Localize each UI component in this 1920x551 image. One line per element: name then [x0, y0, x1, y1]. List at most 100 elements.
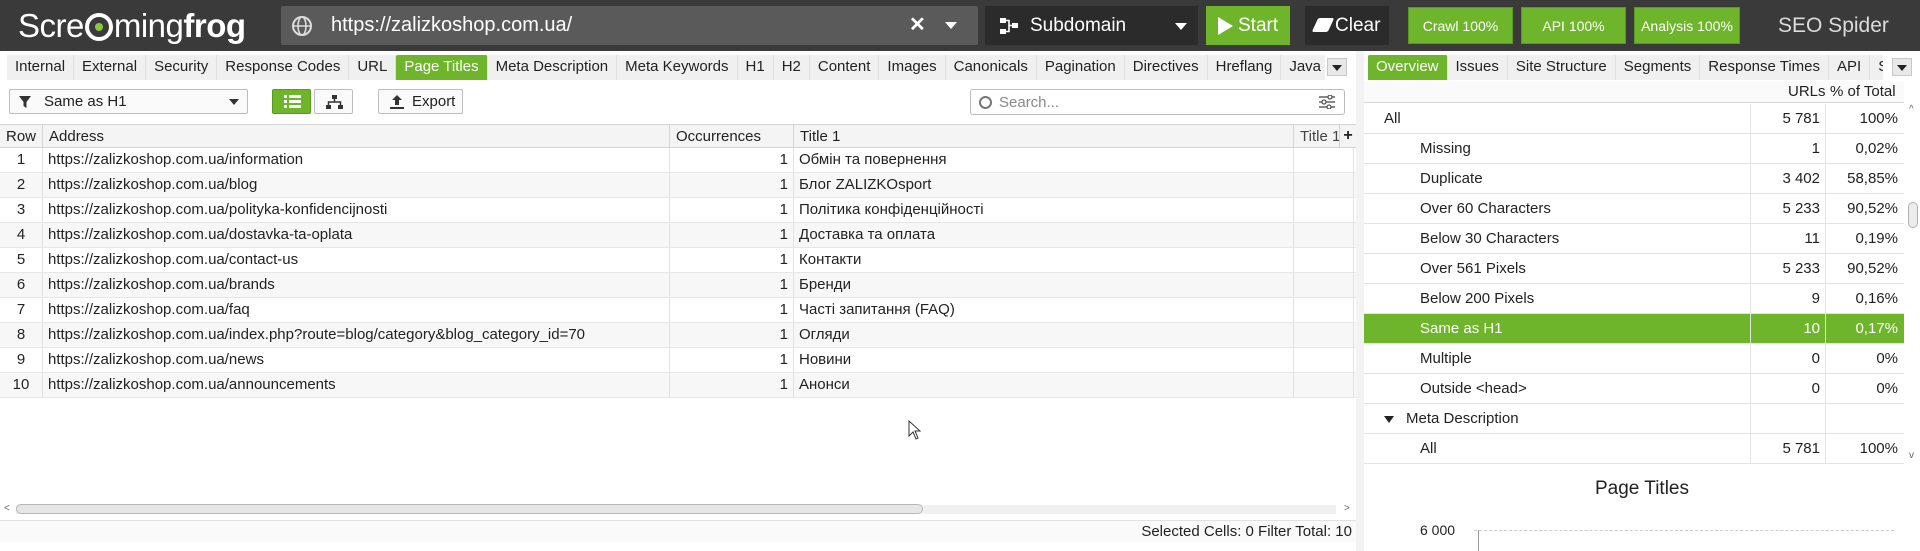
tab-canonicals[interactable]: Canonicals	[945, 55, 1037, 80]
scroll-left-icon[interactable]: <	[4, 503, 10, 515]
overview-section-row[interactable]: Meta Description	[1364, 404, 1904, 434]
title-cell[interactable]: Часті запитання (FAQ)	[794, 298, 1294, 322]
tab-hreflang[interactable]: Hreflang	[1207, 55, 1282, 80]
occurrences-cell[interactable]: 1	[670, 223, 794, 247]
title-cell[interactable]: Новини	[794, 348, 1294, 372]
crawl-progress-badge[interactable]: Crawl 100%	[1408, 7, 1513, 44]
search-options-icon[interactable]	[1319, 95, 1335, 109]
overview-vertical-scrollbar[interactable]: ^ v	[1906, 104, 1920, 464]
clear-url-icon[interactable]: ✕	[909, 6, 926, 45]
list-view-button[interactable]	[272, 89, 311, 114]
row-number-cell[interactable]: 3	[0, 198, 43, 222]
side-tab-s[interactable]: S	[1870, 55, 1883, 80]
start-button[interactable]: Start	[1206, 6, 1290, 45]
export-button[interactable]: Export	[378, 89, 463, 114]
title-length-cell[interactable]	[1294, 223, 1354, 247]
scroll-up-icon[interactable]: ^	[1909, 104, 1914, 116]
address-cell[interactable]: https://zalizkoshop.com.ua/dostavka-ta-o…	[43, 223, 670, 247]
panel-splitter[interactable]	[1356, 51, 1364, 551]
row-number-cell[interactable]: 10	[0, 373, 43, 397]
side-tab-api[interactable]: API	[1829, 55, 1871, 80]
column-header-address[interactable]: Address	[43, 125, 670, 148]
url-history-dropdown-icon[interactable]	[945, 22, 957, 29]
address-cell[interactable]: https://zalizkoshop.com.ua/contact-us	[43, 248, 670, 272]
api-progress-badge[interactable]: API 100%	[1521, 7, 1626, 44]
address-cell[interactable]: https://zalizkoshop.com.ua/faq	[43, 298, 670, 322]
overview-row[interactable]: Over 60 Characters 5 233 90,52%	[1364, 194, 1904, 224]
title-cell[interactable]: Анонси	[794, 373, 1294, 397]
table-row[interactable]: 6 https://zalizkoshop.com.ua/brands 1 Бренд…	[0, 273, 1356, 298]
address-cell[interactable]: https://zalizkoshop.com.ua/blog	[43, 173, 670, 197]
address-cell[interactable]: https://zalizkoshop.com.ua/index.php?rou…	[43, 323, 670, 347]
overview-row[interactable]: Below 30 Characters 11 0,19%	[1364, 224, 1904, 254]
scroll-right-icon[interactable]: >	[1344, 503, 1350, 515]
title-length-cell[interactable]	[1294, 348, 1354, 372]
horizontal-scrollbar[interactable]: < >	[4, 503, 1354, 515]
tab-meta-keywords[interactable]: Meta Keywords	[617, 55, 738, 80]
address-cell[interactable]: https://zalizkoshop.com.ua/information	[43, 148, 670, 172]
tab-response-codes[interactable]: Response Codes	[217, 55, 350, 80]
column-header-title-1-length[interactable]: Title 1	[1294, 125, 1340, 148]
filter-dropdown[interactable]: Same as H1	[9, 89, 248, 114]
column-header-title-1[interactable]: Title 1	[794, 125, 1294, 148]
title-cell[interactable]: Контакти	[794, 248, 1294, 272]
overview-row[interactable]: All 5 781 100%	[1364, 104, 1904, 134]
tab-pagination[interactable]: Pagination	[1036, 55, 1125, 80]
title-cell[interactable]: Блог ZALIZKOsport	[794, 173, 1294, 197]
table-row[interactable]: 7 https://zalizkoshop.com.ua/faq 1 Часті за…	[0, 298, 1356, 323]
title-length-cell[interactable]	[1294, 373, 1354, 397]
tab-h2[interactable]: H2	[773, 55, 810, 80]
title-cell[interactable]: Обмін та повернення	[794, 148, 1294, 172]
occurrences-cell[interactable]: 1	[670, 373, 794, 397]
tab-directives[interactable]: Directives	[1124, 55, 1208, 80]
tab-external[interactable]: External	[74, 55, 147, 80]
table-row[interactable]: 10 https://zalizkoshop.com.ua/announcemen…	[0, 373, 1356, 398]
row-number-cell[interactable]: 7	[0, 298, 43, 322]
row-number-cell[interactable]: 4	[0, 223, 43, 247]
scroll-down-icon[interactable]: v	[1909, 450, 1914, 462]
occurrences-cell[interactable]: 1	[670, 298, 794, 322]
overview-row[interactable]: Duplicate 3 402 58,85%	[1364, 164, 1904, 194]
title-length-cell[interactable]	[1294, 148, 1354, 172]
row-number-cell[interactable]: 2	[0, 173, 43, 197]
occurrences-cell[interactable]: 1	[670, 348, 794, 372]
address-cell[interactable]: https://zalizkoshop.com.ua/news	[43, 348, 670, 372]
title-length-cell[interactable]	[1294, 273, 1354, 297]
column-header-row[interactable]: Row	[0, 125, 43, 148]
title-length-cell[interactable]	[1294, 248, 1354, 272]
side-tab-segments[interactable]: Segments	[1615, 55, 1701, 80]
tab-h1[interactable]: H1	[737, 55, 774, 80]
table-row[interactable]: 3 https://zalizkoshop.com.ua/polityka-kon…	[0, 198, 1356, 223]
table-row[interactable]: 5 https://zalizkoshop.com.ua/contact-us 1 К…	[0, 248, 1356, 273]
overview-row[interactable]: Multiple 0 0%	[1364, 344, 1904, 374]
table-row[interactable]: 2 https://zalizkoshop.com.ua/blog 1 Блог ZA…	[0, 173, 1356, 198]
row-number-cell[interactable]: 1	[0, 148, 43, 172]
occurrences-cell[interactable]: 1	[670, 148, 794, 172]
tab-content[interactable]: Content	[809, 55, 880, 80]
tab-meta-description[interactable]: Meta Description	[487, 55, 618, 80]
title-length-cell[interactable]	[1294, 198, 1354, 222]
title-cell[interactable]: Доставка та оплата	[794, 223, 1294, 247]
table-row[interactable]: 9 https://zalizkoshop.com.ua/news 1 Новини	[0, 348, 1356, 373]
clear-button[interactable]: Clear	[1305, 6, 1389, 45]
occurrences-cell[interactable]: 1	[670, 173, 794, 197]
search-field[interactable]	[970, 89, 1345, 115]
tab-images[interactable]: Images	[879, 55, 946, 80]
overview-row[interactable]: Missing 1 0,02%	[1364, 134, 1904, 164]
occurrences-cell[interactable]: 1	[670, 198, 794, 222]
search-input[interactable]	[999, 92, 1299, 112]
overview-row[interactable]: All 5 781 100%	[1364, 434, 1904, 464]
occurrences-cell[interactable]: 1	[670, 323, 794, 347]
row-number-cell[interactable]: 6	[0, 273, 43, 297]
side-tab-overview[interactable]: Overview	[1368, 55, 1448, 80]
column-header-percent[interactable]: % of Total	[1830, 81, 1896, 103]
title-cell[interactable]: Огляди	[794, 323, 1294, 347]
row-number-cell[interactable]: 9	[0, 348, 43, 372]
analysis-progress-badge[interactable]: Analysis 100%	[1634, 7, 1740, 44]
row-number-cell[interactable]: 5	[0, 248, 43, 272]
tree-view-button[interactable]	[314, 89, 353, 114]
overview-row[interactable]: Over 561 Pixels 5 233 90,52%	[1364, 254, 1904, 284]
collapse-triangle-icon[interactable]	[1384, 416, 1394, 423]
more-tabs-dropdown-icon[interactable]	[1327, 58, 1347, 76]
tab-url[interactable]: URL	[349, 55, 397, 80]
